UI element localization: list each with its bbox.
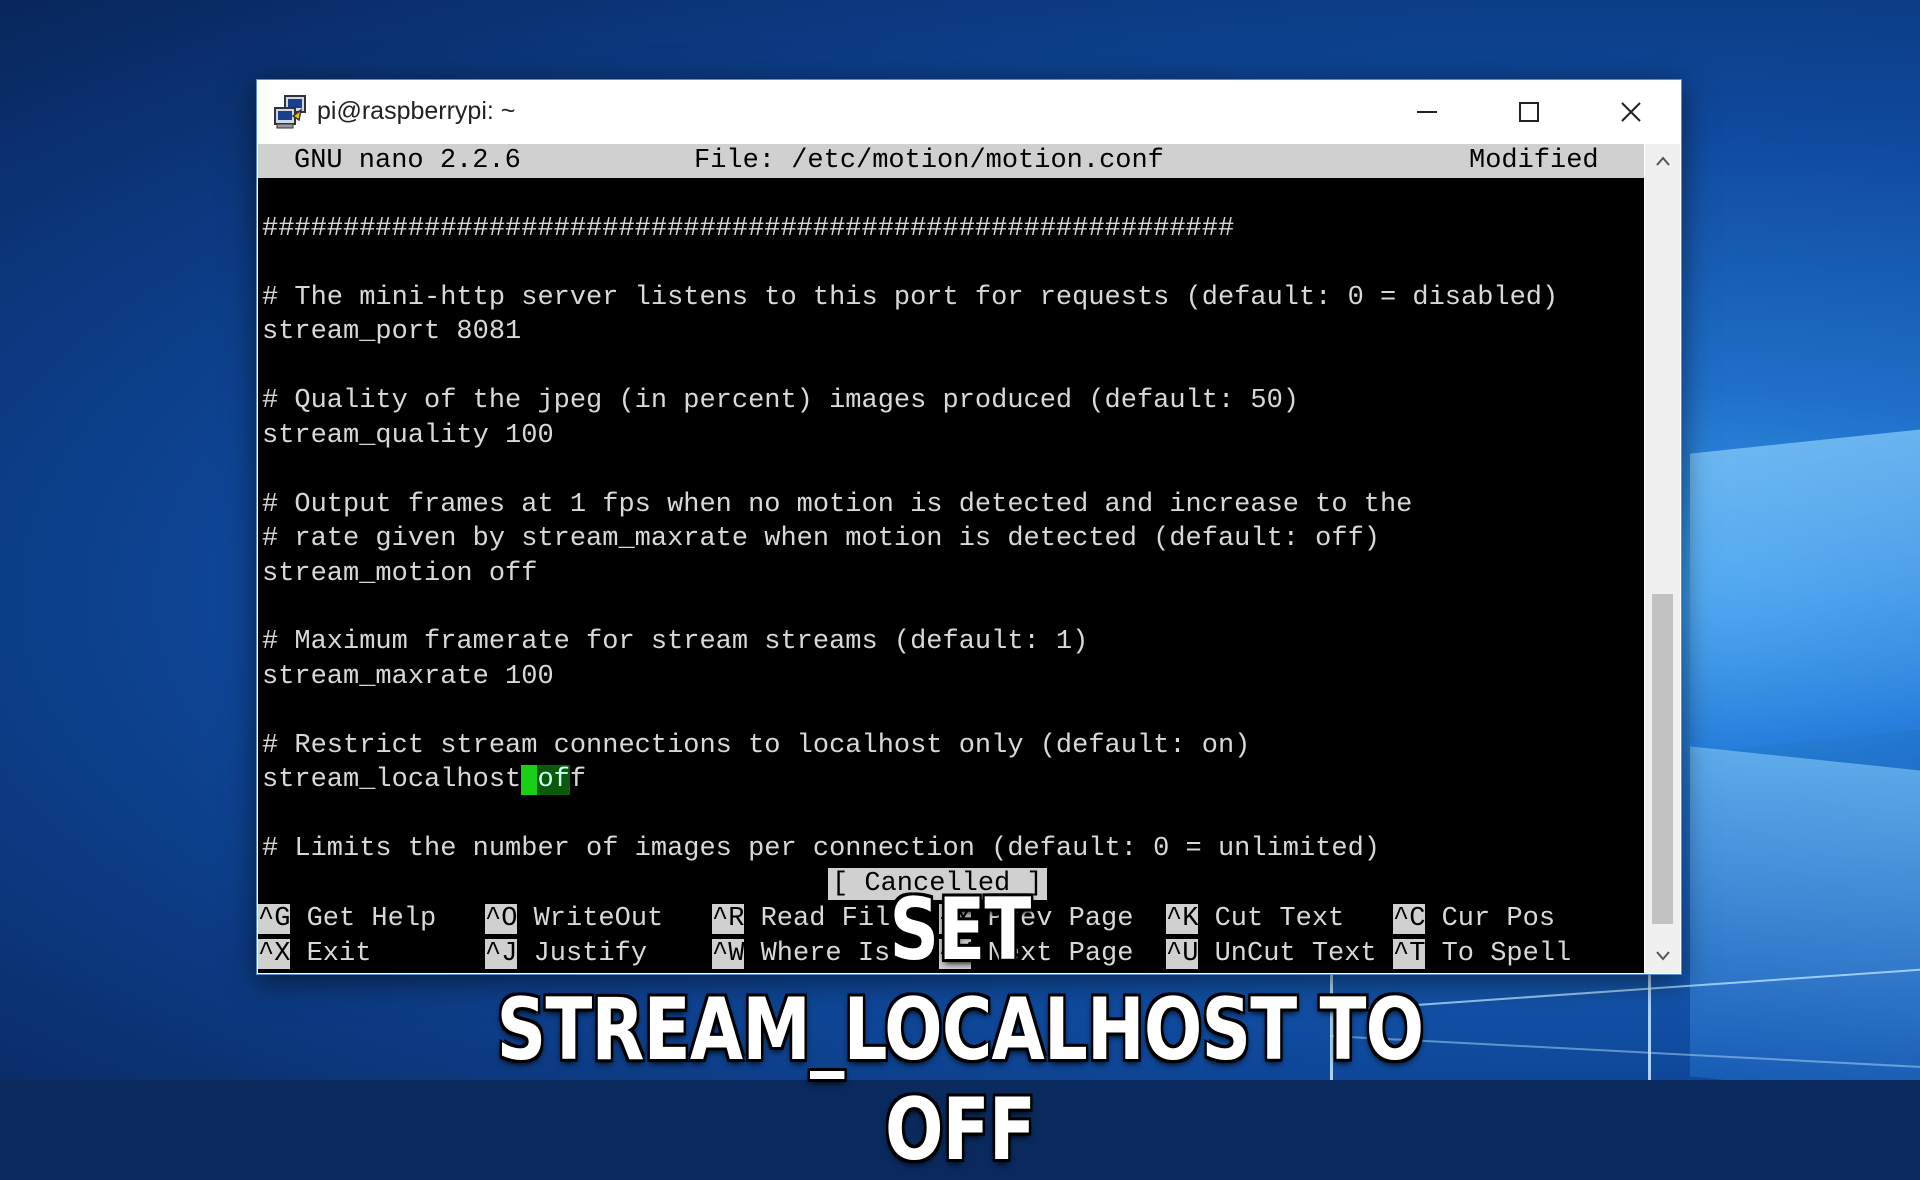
vertical-scrollbar[interactable]: [1645, 144, 1680, 973]
close-button[interactable]: [1581, 80, 1681, 144]
editor-line[interactable]: # The mini-http server listens to this p…: [262, 281, 1558, 315]
text-cursor: [521, 765, 538, 795]
video-caption: SET STREAM_LOCALHOST TO OFF: [496, 880, 1425, 1180]
shortcut-exit[interactable]: ^X Exit: [258, 937, 371, 971]
wallpaper-frame-line: [1648, 960, 1651, 1080]
setting-key: stream_localhost: [262, 765, 522, 795]
editor-line[interactable]: # rate given by stream_maxrate when moti…: [262, 522, 1380, 556]
shortcut-label: Exit: [306, 939, 372, 969]
wallpaper-light-pane: [1690, 426, 1920, 754]
close-icon: [1621, 102, 1641, 122]
scroll-up-button[interactable]: [1645, 144, 1680, 178]
chevron-up-icon: [1655, 156, 1670, 166]
wallpaper-light-pane: [1690, 746, 1920, 1080]
nano-version: GNU nano 2.2.6: [294, 146, 521, 176]
modified-status: Modified: [1469, 146, 1599, 176]
editor-line[interactable]: stream_motion off: [262, 557, 537, 591]
title-bar[interactable]: pi@raspberrypi: ~: [257, 80, 1681, 144]
terminal-area[interactable]: GNU nano 2.2.6 File: /etc/motion/motion.…: [258, 144, 1644, 973]
shortcut-get-help[interactable]: ^G Get Help: [258, 902, 436, 936]
scrollbar-thumb[interactable]: [1652, 594, 1673, 924]
shortcut-label: Get Help: [306, 904, 437, 934]
window-title: pi@raspberrypi: ~: [317, 97, 516, 125]
editor-line-cursor[interactable]: stream_localhost off: [262, 763, 586, 797]
scroll-down-button[interactable]: [1645, 939, 1680, 973]
editor-line[interactable]: stream_quality 100: [262, 419, 554, 453]
putty-window[interactable]: pi@raspberrypi: ~ GNU nano 2.2.6 File: /…: [256, 79, 1682, 975]
setting-value-tail: f: [569, 765, 587, 795]
editor-line[interactable]: # Limits the number of images per connec…: [262, 832, 1380, 866]
shortcut-key: ^X: [258, 939, 291, 969]
editor-line[interactable]: # Quality of the jpeg (in percent) image…: [262, 384, 1299, 418]
maximize-button[interactable]: [1479, 80, 1579, 144]
editor-line[interactable]: ########################################…: [262, 212, 1234, 246]
chevron-down-icon: [1655, 951, 1670, 961]
editor-line[interactable]: # Restrict stream connections to localho…: [262, 729, 1250, 763]
highlighted-text: of: [537, 765, 570, 795]
file-name: File: /etc/motion/motion.conf: [694, 146, 1164, 176]
shortcut-key: ^G: [258, 904, 291, 934]
editor-line[interactable]: stream_maxrate 100: [262, 660, 554, 694]
shortcut-label: Cur Pos: [1441, 904, 1556, 934]
maximize-icon: [1519, 102, 1539, 122]
shortcut-label: To Spell: [1441, 939, 1572, 969]
editor-line[interactable]: # Output frames at 1 fps when no motion …: [262, 488, 1412, 522]
minimize-button[interactable]: [1377, 80, 1477, 144]
minimize-icon: [1417, 111, 1437, 113]
putty-icon[interactable]: [271, 92, 311, 132]
editor-line[interactable]: stream_port 8081: [262, 315, 521, 349]
editor-line[interactable]: # Maximum framerate for stream streams (…: [262, 625, 1088, 659]
nano-header-bar: GNU nano 2.2.6 File: /etc/motion/motion.…: [258, 144, 1644, 178]
